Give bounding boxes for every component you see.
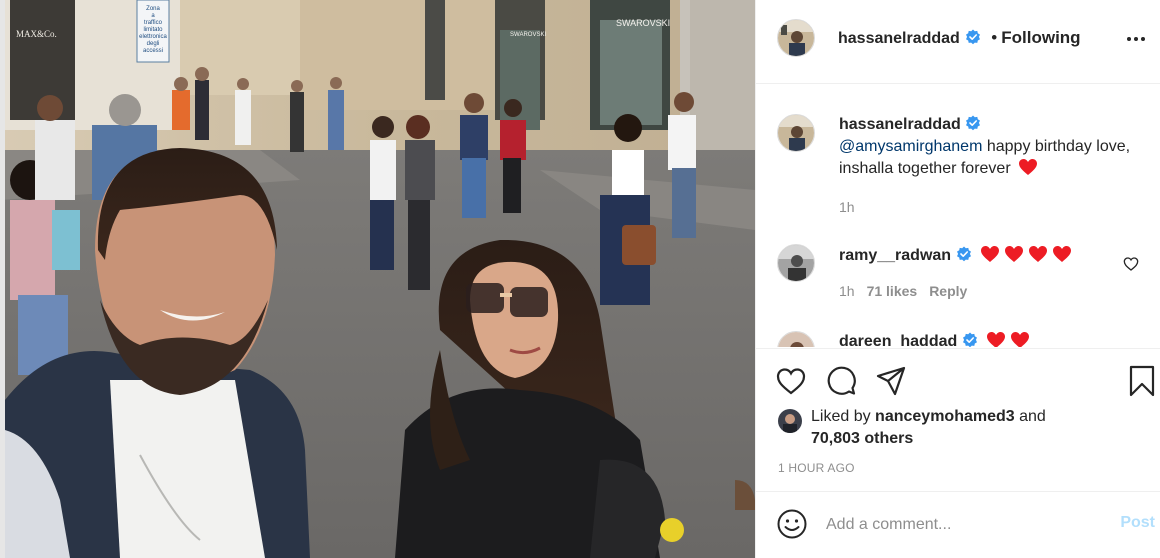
emoji-icon[interactable]: [776, 508, 808, 540]
add-comment-bar: Post: [756, 491, 1160, 558]
comment-meta: 1h 71 likes Reply: [839, 283, 967, 299]
comment-input[interactable]: [826, 514, 1086, 536]
avatar-image: [778, 20, 814, 56]
selfie-street-scene: Zona a traffico limitato elettronica degli acc…: [0, 0, 755, 558]
liked-by-text: Liked by nanceymohamed3 and 70,803 other…: [811, 406, 1131, 450]
liked-prefix: Liked by: [811, 408, 876, 425]
caption-username[interactable]: hassanelraddad: [839, 116, 961, 133]
separator-dot: •: [991, 28, 998, 47]
avatar-image: [778, 115, 814, 151]
commenter-username[interactable]: ramy__radwan: [839, 247, 951, 264]
street-sign-line: degli: [147, 41, 160, 47]
mention-link[interactable]: @amysamirghanem: [839, 138, 982, 155]
post-photo[interactable]: Zona a traffico limitato elettronica degli acc…: [0, 0, 755, 558]
more-options-icon[interactable]: [1125, 28, 1147, 50]
red-heart-icon: [1019, 159, 1038, 175]
commenter-username[interactable]: dareen_haddad: [839, 333, 957, 347]
caption-avatar[interactable]: [777, 114, 815, 152]
like-comment-icon[interactable]: [1123, 256, 1139, 272]
caption-time: 1h: [839, 199, 855, 215]
comment-hearts: [982, 332, 1030, 347]
caption-text: hassanelraddad @amysamirghanem happy bir…: [839, 114, 1139, 180]
red-heart-icon: [987, 332, 1006, 347]
verified-badge-icon: [966, 115, 981, 131]
street-sign-line: traffico: [144, 20, 163, 26]
others-count[interactable]: 70,803 others: [811, 430, 913, 447]
comment-text: dareen_haddad: [839, 331, 1139, 347]
bookmark-icon[interactable]: [1126, 365, 1158, 397]
post-header: hassanelraddad • Following: [756, 0, 1160, 84]
comment-text: ramy__radwan: [839, 245, 1139, 267]
liker-avatar[interactable]: [778, 409, 802, 433]
post-actions: Liked by nanceymohamed3 and 70,803 other…: [756, 348, 1160, 498]
red-heart-icon: [980, 246, 999, 262]
verified-badge-icon: [965, 29, 980, 45]
red-heart-icon: [1028, 246, 1047, 262]
street-sign-line: limitato: [143, 27, 163, 33]
street-sign-line: Zona: [146, 6, 160, 12]
reply-button[interactable]: Reply: [929, 283, 967, 299]
red-heart-icon: [1052, 246, 1071, 262]
red-heart-icon: [1011, 332, 1030, 347]
author-username[interactable]: hassanelraddad: [838, 30, 960, 47]
commenter-avatar[interactable]: [777, 244, 815, 282]
comments-section[interactable]: hassanelraddad @amysamirghanem happy bir…: [756, 85, 1160, 347]
comment-time: 1h: [839, 283, 855, 299]
store-sign-mid: SWAROVSKI: [510, 32, 546, 38]
liked-connector: and: [1014, 408, 1046, 425]
heart-icon[interactable]: [775, 365, 807, 397]
avatar-image: [778, 332, 814, 347]
avatar-image: [778, 409, 802, 433]
liker-username[interactable]: nanceymohamed3: [875, 408, 1015, 425]
author-avatar[interactable]: [777, 19, 815, 57]
post-timestamp[interactable]: 1 HOUR AGO: [778, 461, 855, 475]
store-sign-left: MAX&Co.: [16, 29, 57, 39]
street-sign-line: accessi: [143, 48, 163, 54]
commenter-avatar[interactable]: [777, 331, 815, 347]
post-comment-button[interactable]: Post: [1120, 514, 1155, 532]
following-button[interactable]: Following: [1001, 28, 1080, 47]
comment-likes[interactable]: 71 likes: [867, 283, 918, 299]
post-details-panel: hassanelraddad • Following hassanelradda…: [755, 0, 1160, 558]
author-line: hassanelraddad • Following: [838, 28, 1081, 48]
red-heart-icon: [1004, 246, 1023, 262]
comment-icon[interactable]: [825, 365, 857, 397]
avatar-image: [778, 245, 814, 281]
comment-hearts: [976, 246, 1072, 264]
verified-badge-icon: [962, 332, 977, 347]
verified-badge-icon: [956, 246, 971, 262]
street-sign-line: elettronica: [139, 34, 167, 40]
share-icon[interactable]: [875, 365, 907, 397]
photo-left-edge: [0, 0, 5, 558]
store-sign-right: SWAROVSKI: [616, 18, 670, 28]
